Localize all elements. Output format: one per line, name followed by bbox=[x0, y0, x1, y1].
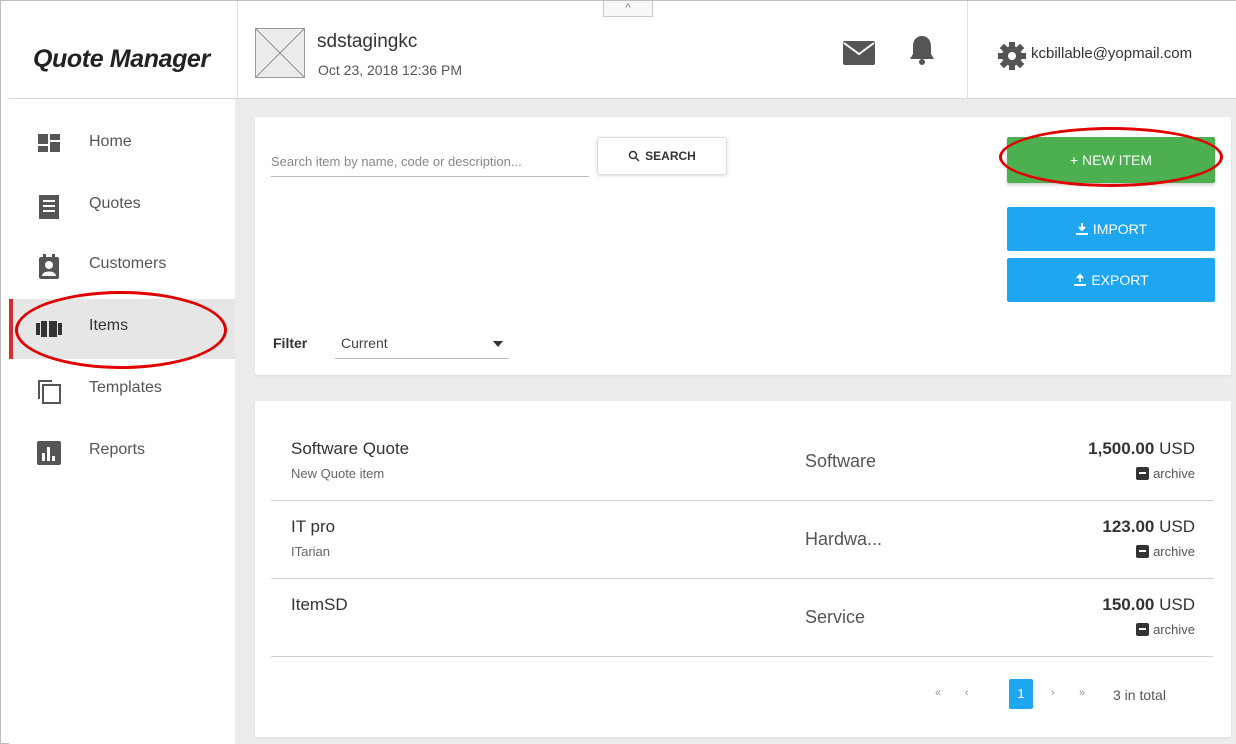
item-description: New Quote item bbox=[291, 466, 385, 481]
export-icon bbox=[1073, 273, 1087, 287]
sidebar-item-templates[interactable]: Templates bbox=[9, 361, 235, 421]
next-page-button[interactable]: › bbox=[1051, 687, 1055, 699]
export-button[interactable]: EXPORT bbox=[1007, 258, 1215, 302]
archive-link[interactable]: archive bbox=[1136, 622, 1195, 637]
archive-icon bbox=[1136, 545, 1150, 558]
search-input[interactable] bbox=[271, 147, 589, 177]
filter-value: Current bbox=[341, 335, 388, 351]
sidebar-item-label: Reports bbox=[89, 441, 146, 458]
price-amount: 150.00 bbox=[1102, 595, 1155, 614]
sidebar: Home Quotes Customers Items Templates Re… bbox=[9, 99, 235, 744]
items-list-panel: Software Quote New Quote item Software 1… bbox=[255, 401, 1231, 737]
items-icon bbox=[35, 315, 63, 343]
app-window: Quote Manager sdstagingkc Oct 23, 2018 1… bbox=[0, 0, 1236, 744]
sidebar-item-home[interactable]: Home bbox=[9, 115, 235, 175]
price-currency: USD bbox=[1159, 595, 1195, 614]
archive-icon bbox=[1136, 467, 1150, 480]
item-row[interactable]: ItemSD Service 150.00 USD archive bbox=[271, 579, 1213, 657]
account-avatar[interactable] bbox=[255, 28, 305, 78]
import-button[interactable]: IMPORT bbox=[1007, 207, 1215, 251]
price-amount: 123.00 bbox=[1102, 517, 1155, 536]
sidebar-item-items[interactable]: Items bbox=[9, 299, 235, 359]
archive-link[interactable]: archive bbox=[1136, 466, 1195, 481]
customers-contact-icon bbox=[35, 253, 63, 281]
page-1-button[interactable]: 1 bbox=[1009, 679, 1033, 709]
first-page-button[interactable]: « bbox=[935, 687, 941, 699]
sidebar-item-reports[interactable]: Reports bbox=[9, 423, 235, 483]
header-divider bbox=[967, 1, 968, 99]
account-name: sdstagingkc bbox=[317, 31, 418, 52]
search-button-label: SEARCH bbox=[645, 149, 696, 163]
price-currency: USD bbox=[1159, 517, 1195, 536]
pagination: « ‹ 1 › » 3 in total bbox=[933, 679, 1193, 711]
search-icon bbox=[628, 150, 640, 162]
item-price: 150.00 USD bbox=[1102, 595, 1195, 615]
bell-icon[interactable] bbox=[907, 34, 937, 66]
mail-icon[interactable] bbox=[843, 41, 875, 65]
top-header: Quote Manager sdstagingkc Oct 23, 2018 1… bbox=[9, 1, 1236, 99]
collapse-header-button[interactable]: ^ bbox=[603, 1, 653, 17]
archive-label: archive bbox=[1153, 544, 1195, 559]
price-amount: 1,500.00 bbox=[1088, 439, 1155, 458]
item-description: ITarian bbox=[291, 544, 331, 559]
import-label: IMPORT bbox=[1092, 221, 1148, 237]
new-item-button[interactable]: + NEW ITEM bbox=[1007, 137, 1215, 183]
item-name[interactable]: Software Quote bbox=[291, 439, 409, 459]
item-category: Service bbox=[805, 607, 866, 627]
sidebar-item-label: Quotes bbox=[89, 195, 141, 212]
pagination-total: 3 in total bbox=[1113, 687, 1166, 703]
home-grid-icon bbox=[35, 131, 63, 159]
import-icon bbox=[1075, 222, 1089, 236]
items-toolbar-panel: SEARCH + NEW ITEM IMPORT EXPORT Filter C… bbox=[255, 117, 1231, 375]
quotes-list-icon bbox=[35, 193, 63, 221]
gear-icon[interactable] bbox=[997, 41, 1027, 71]
main-content: SEARCH + NEW ITEM IMPORT EXPORT Filter C… bbox=[235, 99, 1236, 744]
user-email[interactable]: kcbillable@yopmail.com bbox=[1031, 45, 1192, 62]
reports-chart-icon bbox=[35, 439, 63, 467]
last-page-button[interactable]: » bbox=[1079, 687, 1085, 699]
templates-copy-icon bbox=[35, 377, 63, 405]
item-name[interactable]: IT pro bbox=[291, 517, 335, 537]
filter-dropdown[interactable]: Current bbox=[335, 327, 509, 359]
sidebar-item-customers[interactable]: Customers bbox=[9, 237, 235, 297]
item-name[interactable]: ItemSD bbox=[291, 595, 348, 615]
item-category: Software bbox=[805, 451, 877, 471]
sidebar-item-label: Items bbox=[89, 317, 129, 334]
filter-label: Filter bbox=[273, 335, 308, 351]
archive-icon bbox=[1136, 623, 1150, 636]
chevron-down-icon bbox=[493, 341, 503, 347]
item-price: 1,500.00 USD bbox=[1088, 439, 1195, 459]
sidebar-item-label: Home bbox=[89, 133, 132, 150]
sidebar-item-label: Customers bbox=[89, 255, 167, 272]
app-title: Quote Manager bbox=[33, 45, 210, 73]
export-label: EXPORT bbox=[1091, 272, 1149, 288]
archive-link[interactable]: archive bbox=[1136, 544, 1195, 559]
archive-label: archive bbox=[1153, 466, 1195, 481]
sidebar-item-label: Templates bbox=[89, 379, 162, 396]
search-button[interactable]: SEARCH bbox=[597, 137, 727, 175]
item-price: 123.00 USD bbox=[1102, 517, 1195, 537]
item-category: Hardwa... bbox=[805, 529, 883, 549]
prev-page-button[interactable]: ‹ bbox=[965, 687, 969, 699]
new-item-label: + NEW ITEM bbox=[1069, 152, 1153, 168]
header-divider bbox=[237, 1, 238, 99]
item-row[interactable]: IT pro ITarian Hardwa... 123.00 USD arch… bbox=[271, 501, 1213, 579]
item-row[interactable]: Software Quote New Quote item Software 1… bbox=[271, 423, 1213, 501]
archive-label: archive bbox=[1153, 622, 1195, 637]
sidebar-item-quotes[interactable]: Quotes bbox=[9, 177, 235, 237]
price-currency: USD bbox=[1159, 439, 1195, 458]
account-date: Oct 23, 2018 12:36 PM bbox=[318, 62, 462, 78]
app-logo[interactable]: Quote Manager bbox=[33, 45, 210, 74]
